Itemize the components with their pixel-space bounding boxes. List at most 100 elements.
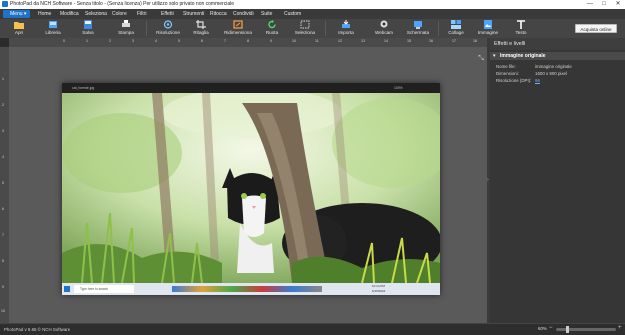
ruler-tick: 10: [1, 309, 5, 313]
ruler-tick: 9: [270, 39, 272, 43]
taskbar-search-text: Type here to search: [80, 287, 109, 291]
ruler-tick: 5: [2, 181, 4, 185]
ruler-tick: 16: [429, 39, 433, 43]
resolution-icon: [163, 20, 173, 29]
tool-label: Collage: [448, 30, 464, 35]
windows-icon: [64, 286, 70, 292]
taskbar-app-icons: [172, 286, 322, 292]
menu-home[interactable]: Home: [38, 10, 51, 18]
ruler-tick: 7: [2, 233, 4, 237]
chevron-right-icon: ›: [487, 177, 489, 183]
ruler-tick: 15: [407, 39, 411, 43]
ruler-tick: 9: [2, 285, 4, 289]
window-title: PhotoPad da NCH Software - Senza titolo …: [10, 1, 234, 7]
prop-label: Dimensioni:: [496, 71, 519, 76]
tool-label: Seleziona: [294, 30, 316, 35]
resize-button[interactable]: Ridimensiona: [222, 20, 254, 38]
fit-to-screen-icon[interactable]: ⤡: [477, 55, 485, 63]
webcam-icon: [380, 20, 388, 28]
buy-online-button[interactable]: Acquista online: [575, 24, 617, 33]
prop-value: 1600 x 900 pixel: [535, 71, 567, 76]
chevron-down-icon[interactable]: ▾: [493, 53, 496, 59]
tool-label: Libreria: [45, 30, 61, 35]
zoom-level: 60%: [538, 326, 547, 331]
tool-label: Salva: [82, 30, 94, 35]
toolbar-separator: [438, 21, 439, 36]
inner-taskbar: Type here to search 10:14 PM 6/15/2024: [62, 283, 440, 295]
prop-value: immagine originale: [535, 64, 572, 69]
ruler-tick: 4: [2, 155, 4, 159]
image-icon: [484, 20, 492, 29]
menu-seleziona[interactable]: Seleziona: [85, 10, 107, 18]
ruler-tick: 11: [315, 39, 319, 43]
tool-label: Webcam: [374, 30, 394, 35]
vertical-ruler: 1 2 3 4 5 6 7 8 9 10: [0, 47, 9, 323]
crop-icon: [196, 20, 206, 29]
save-button[interactable]: Salva: [72, 20, 104, 38]
ruler-tick: 13: [361, 39, 365, 43]
menu-custom[interactable]: Custom: [284, 10, 301, 18]
rotate-button[interactable]: Ruota: [256, 20, 288, 38]
zoom-out-icon[interactable]: −: [549, 325, 553, 331]
ruler-tick: 10: [292, 39, 296, 43]
menu-ritocca[interactable]: Ritocca: [210, 10, 227, 18]
import-icon: [342, 20, 350, 28]
crop-button[interactable]: Ritaglia: [185, 20, 217, 38]
ruler-tick: 1: [86, 39, 88, 43]
text-button[interactable]: Testo: [505, 20, 537, 38]
tool-label: Immagine: [477, 30, 499, 35]
menu-filtri[interactable]: Filtri: [137, 10, 146, 18]
ruler-tick: 6: [2, 207, 4, 211]
menu-suite[interactable]: Suite: [261, 10, 272, 18]
menu-effetti[interactable]: Effetti: [161, 10, 174, 18]
dpi-link[interactable]: 96: [535, 78, 540, 83]
resolution-button[interactable]: Risoluzione: [152, 20, 184, 38]
layer-row-original[interactable]: Immagine originale: [490, 52, 625, 60]
tool-label: Apri: [14, 30, 24, 35]
rotate-icon: [268, 20, 276, 29]
menu-modifica[interactable]: Modifica: [60, 10, 79, 18]
ruler-tick: 3: [132, 39, 134, 43]
select-button[interactable]: Seleziona: [289, 20, 321, 38]
toolbar-separator: [325, 21, 326, 36]
screenshot-icon: [414, 21, 422, 29]
layer-name: Immagine originale: [500, 53, 546, 59]
zoom-slider-thumb[interactable]: [566, 326, 569, 333]
menu-condividi[interactable]: Condividi: [233, 10, 254, 18]
ruler-tick: 12: [338, 39, 342, 43]
library-button[interactable]: Libreria: [37, 20, 69, 38]
import-button[interactable]: Importa: [330, 20, 362, 38]
tool-label: Importa: [338, 30, 354, 35]
ruler-tick: 6: [201, 39, 203, 43]
inner-viewer-titlebar: cat_foreste.jpg 100%: [62, 83, 440, 93]
collage-button[interactable]: Collage: [440, 20, 472, 38]
image-button[interactable]: Immagine: [472, 20, 504, 38]
ruler-tick: 17: [452, 39, 456, 43]
main-menu-button[interactable]: Menu ▾: [3, 10, 30, 18]
open-button[interactable]: Apri: [3, 20, 35, 38]
tool-label: Schermata: [406, 30, 430, 35]
ruler-tick: 0: [63, 39, 65, 43]
ruler-tick: 5: [178, 39, 180, 43]
zoom-in-icon[interactable]: +: [618, 325, 622, 331]
screenshot-button[interactable]: Schermata: [402, 20, 434, 38]
menu-bar: Home Modifica Seleziona Colore Filtri Ef…: [0, 9, 625, 19]
minimize-button[interactable]: —: [583, 0, 597, 9]
cat-photo-illustration: [62, 93, 440, 283]
taskbar-date: 6/15/2024: [372, 289, 386, 293]
tool-label: Ruota: [265, 30, 279, 35]
maximize-button[interactable]: □: [597, 0, 611, 9]
tool-label: Stampa: [118, 30, 134, 35]
zoom-slider-track[interactable]: [556, 328, 616, 331]
webcam-button[interactable]: Webcam: [368, 20, 400, 38]
resize-icon: [233, 20, 243, 29]
menu-colore[interactable]: Colore: [112, 10, 127, 18]
menu-strumenti[interactable]: Strumenti: [183, 10, 204, 18]
ruler-tick: 2: [109, 39, 111, 43]
close-button[interactable]: ✕: [611, 0, 625, 9]
ruler-tick: 2: [2, 103, 4, 107]
ruler-tick: 18: [473, 39, 477, 43]
print-button[interactable]: Stampa: [110, 20, 142, 38]
collage-icon: [451, 20, 461, 29]
ruler-tick: 1: [2, 77, 4, 81]
